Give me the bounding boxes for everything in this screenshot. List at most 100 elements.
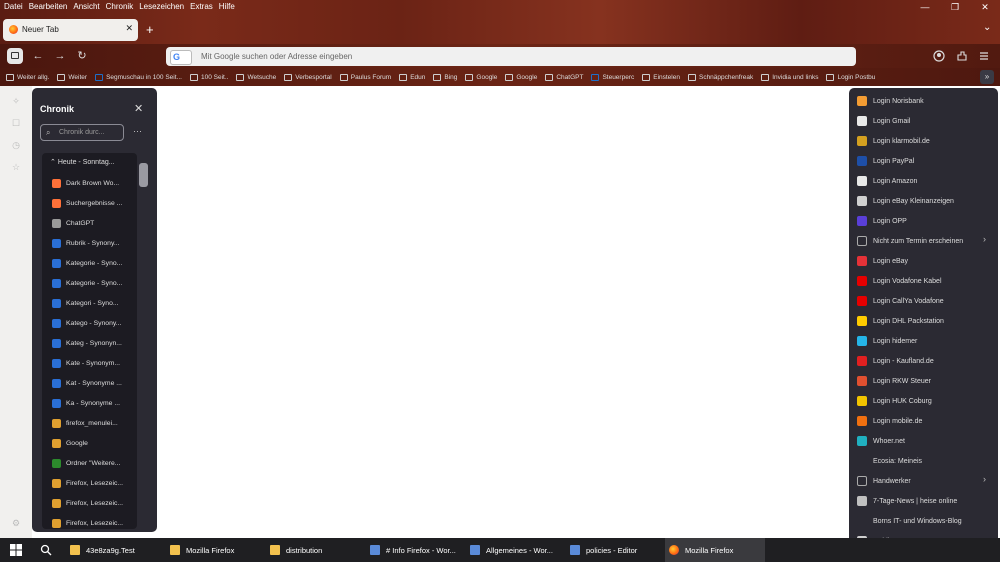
bookmark-toolbar-item[interactable]: Google bbox=[465, 73, 497, 81]
menu-hilfe[interactable]: Hilfe bbox=[219, 1, 235, 13]
bookmark-menu-item[interactable]: Login PayPal bbox=[857, 152, 992, 170]
taskbar-item[interactable]: Mozilla Firefox bbox=[170, 538, 266, 562]
scrollbar-thumb[interactable] bbox=[139, 163, 148, 187]
extensions-icon[interactable] bbox=[956, 50, 968, 62]
history-scrollbar[interactable] bbox=[137, 153, 149, 529]
history-group-today[interactable]: ⌃ Heute - Sonntag... bbox=[42, 153, 137, 173]
url-bar[interactable]: G Mit Google suchen oder Adresse eingebe… bbox=[166, 47, 856, 66]
history-item[interactable]: Kategorie - Syno... bbox=[42, 253, 137, 273]
menu-chronik[interactable]: Chronik bbox=[106, 1, 134, 13]
menu-datei[interactable]: Datei bbox=[4, 1, 23, 13]
bookmark-toolbar-item[interactable]: Wetsuche bbox=[236, 73, 276, 81]
bookmark-menu-item[interactable]: Login Vodafone Kabel bbox=[857, 272, 992, 290]
history-item[interactable]: firefox_menulei... bbox=[42, 413, 137, 433]
menu-extras[interactable]: Extras bbox=[190, 1, 213, 13]
history-item[interactable]: Ordner "Weitere... bbox=[42, 453, 137, 473]
bookmark-menu-item[interactable]: Ecosia: Meineis bbox=[857, 452, 992, 470]
search-engine-button[interactable]: G bbox=[170, 50, 192, 65]
bookmark-menu-item[interactable]: Login OPP bbox=[857, 212, 992, 230]
bookmark-menu-item[interactable]: Whoer.net bbox=[857, 432, 992, 450]
tab-new-tab[interactable]: Neuer Tab ✕ bbox=[3, 19, 138, 41]
bookmark-toolbar-item[interactable]: Einstelen bbox=[642, 73, 680, 81]
taskbar-item[interactable]: # Info Firefox - Wor... bbox=[370, 538, 466, 562]
new-tab-button[interactable]: + bbox=[146, 22, 154, 37]
more-options-button[interactable]: ··· bbox=[133, 126, 142, 136]
history-item[interactable]: Google bbox=[42, 433, 137, 453]
bookmarks-overflow-button[interactable]: » bbox=[980, 70, 994, 84]
close-window-button[interactable]: ✕ bbox=[970, 0, 1000, 14]
close-tab-icon[interactable]: ✕ bbox=[125, 23, 133, 34]
bookmark-menu-item[interactable]: Login hidemer bbox=[857, 332, 992, 350]
history-item[interactable]: Suchergebnisse ... bbox=[42, 193, 137, 213]
bookmark-toolbar-item[interactable]: Segmuschau in 100 Seit... bbox=[95, 73, 182, 81]
history-sidebar-icon[interactable]: ◷ bbox=[10, 140, 22, 152]
bookmark-toolbar-item[interactable]: Login Postbu bbox=[826, 73, 875, 81]
bookmark-menu-item[interactable]: Login RKW Steuer bbox=[857, 372, 992, 390]
account-icon[interactable] bbox=[933, 50, 945, 62]
forward-button[interactable]: → bbox=[52, 48, 68, 64]
search-icon[interactable] bbox=[40, 544, 52, 556]
bookmark-menu-item[interactable]: Login Norisbank bbox=[857, 92, 992, 110]
history-item[interactable]: Firefox, Lesezeic... bbox=[42, 493, 137, 513]
history-item[interactable]: Firefox, Lesezeic... bbox=[42, 473, 137, 493]
menu-lesezeichen[interactable]: Lesezeichen bbox=[139, 1, 184, 13]
bookmark-menu-item[interactable]: Login Gmail bbox=[857, 112, 992, 130]
history-item[interactable]: Kate - Synonym... bbox=[42, 353, 137, 373]
bookmark-toolbar-item[interactable]: Google bbox=[505, 73, 537, 81]
bookmark-toolbar-item[interactable]: Steuerperc bbox=[591, 73, 634, 81]
maximize-button[interactable]: ❐ bbox=[940, 0, 970, 14]
bookmark-toolbar-item[interactable]: Weiter bbox=[57, 73, 87, 81]
history-item[interactable]: Kategorie - Syno... bbox=[42, 273, 137, 293]
back-button[interactable]: ← bbox=[30, 48, 46, 64]
bookmark-toolbar-item[interactable]: Paulus Forum bbox=[339, 73, 391, 81]
bookmarks-sidebar-icon[interactable]: ☐ bbox=[10, 118, 22, 130]
history-item[interactable]: Katego - Synony... bbox=[42, 313, 137, 333]
history-item[interactable]: Rubrik - Synony... bbox=[42, 233, 137, 253]
windows-start-icon[interactable] bbox=[10, 544, 22, 556]
bookmark-toolbar-item[interactable]: Invidia und links bbox=[761, 73, 818, 81]
bookmark-toolbar-item[interactable]: Verbesportal bbox=[284, 73, 332, 81]
star-icon[interactable]: ☆ bbox=[10, 162, 22, 174]
history-item[interactable]: Ka - Synonyme ... bbox=[42, 393, 137, 413]
bookmark-menu-item[interactable]: Login DHL Packstation bbox=[857, 312, 992, 330]
bookmark-folder[interactable]: Handwerker › bbox=[857, 472, 992, 490]
bookmark-menu-item[interactable]: Login - Kaufland.de bbox=[857, 352, 992, 370]
bookmark-folder[interactable]: Nicht zum Termin erscheinen › bbox=[857, 232, 992, 250]
bookmark-menu-item[interactable]: Borns IT- und Windows-Blog bbox=[857, 512, 992, 530]
history-search-input[interactable]: ⌕ Chronik durc... bbox=[40, 124, 124, 141]
bookmark-menu-item[interactable]: Login eBay bbox=[857, 252, 992, 270]
minimize-button[interactable]: — bbox=[910, 0, 940, 14]
reload-button[interactable]: ↻ bbox=[74, 48, 90, 64]
bookmark-menu-item[interactable]: Login HUK Coburg bbox=[857, 392, 992, 410]
bookmark-menu-item[interactable]: Login eBay Kleinanzeigen bbox=[857, 192, 992, 210]
settings-icon[interactable]: ⚙ bbox=[10, 518, 22, 530]
history-item[interactable]: Dark Brown Wo... bbox=[42, 173, 137, 193]
bookmark-menu-item[interactable]: Login mobile.de bbox=[857, 412, 992, 430]
bookmark-toolbar-item[interactable]: Bing bbox=[433, 73, 457, 81]
bookmark-toolbar-item[interactable]: Schnäppchenfreak bbox=[687, 73, 753, 81]
bookmark-menu-item[interactable]: Login Amazon bbox=[857, 172, 992, 190]
ai-icon[interactable]: ✧ bbox=[10, 96, 22, 108]
history-item[interactable]: Firefox, Lesezeic... bbox=[42, 513, 137, 529]
history-item[interactable]: Kategori - Syno... bbox=[42, 293, 137, 313]
history-item[interactable]: ChatGPT bbox=[42, 213, 137, 233]
bookmark-toolbar-item[interactable]: Weiter allg. bbox=[6, 73, 49, 81]
bookmark-menu-item[interactable]: 7-Tage-News | heise online bbox=[857, 492, 992, 510]
menu-ansicht[interactable]: Ansicht bbox=[73, 1, 99, 13]
history-item[interactable]: Kat - Synonyme ... bbox=[42, 373, 137, 393]
bookmark-toolbar-item[interactable]: ChatGPT bbox=[545, 73, 583, 81]
bookmark-menu-item[interactable]: Login CallYa Vodafone bbox=[857, 292, 992, 310]
close-icon[interactable]: ✕ bbox=[134, 102, 143, 115]
tab-list-icon[interactable]: ⌄ bbox=[983, 22, 991, 33]
taskbar-item[interactable]: 43e8za9g.Test bbox=[70, 538, 166, 562]
sidebar-toggle-button[interactable] bbox=[7, 48, 23, 64]
menu-icon[interactable] bbox=[978, 50, 990, 62]
taskbar-item[interactable]: Mozilla Firefox bbox=[665, 538, 765, 562]
taskbar-item[interactable]: distribution bbox=[270, 538, 366, 562]
taskbar-item[interactable]: policies - Editor bbox=[570, 538, 666, 562]
bookmark-toolbar-item[interactable]: 100 Seit.. bbox=[189, 73, 228, 81]
menu-bearbeiten[interactable]: Bearbeiten bbox=[29, 1, 68, 13]
taskbar-item[interactable]: Allgemeines - Wor... bbox=[470, 538, 566, 562]
bookmark-toolbar-item[interactable]: Edun bbox=[399, 73, 425, 81]
history-item[interactable]: Kateg - Synonyn... bbox=[42, 333, 137, 353]
